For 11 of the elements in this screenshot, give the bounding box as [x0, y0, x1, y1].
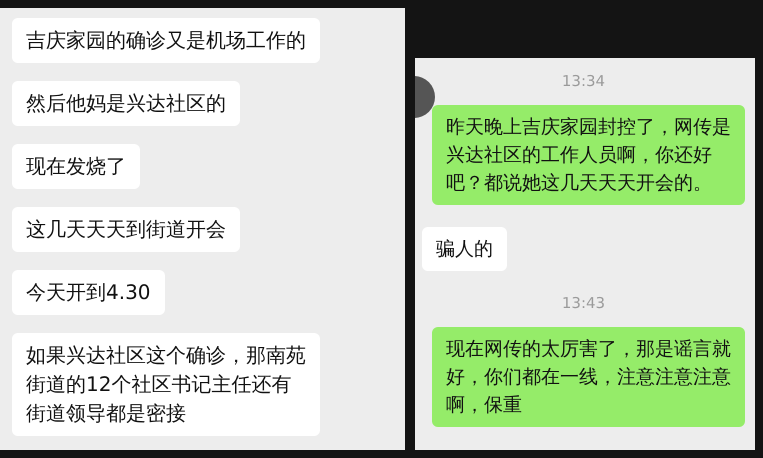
message-bubble: 昨天晚上吉庆家园封控了，网传是兴达社区的工作人员啊，你还好吧？都说她这几天天天开会的。 [432, 105, 745, 205]
timestamp: 13:43 [562, 293, 606, 313]
message-bubble: 骗人的 [422, 227, 507, 271]
message-bubble: 如果兴达社区这个确诊，那南苑街道的12个社区书记主任还有街道领导都是密接 [12, 333, 320, 436]
message-bubble: 然后他妈是兴达社区的 [12, 81, 240, 126]
message-bubble: 今天开到4.30 [12, 270, 165, 315]
message-bubble: 吉庆家园的确诊又是机场工作的 [12, 18, 320, 63]
timestamp: 13:34 [562, 71, 606, 91]
message-bubble: 这几天天天到街道开会 [12, 207, 240, 252]
message-bubble: 现在网传的太厉害了，那是谣言就好，你们都在一线，注意注意注意啊，保重 [432, 327, 745, 427]
message-bubble: 现在发烧了 [12, 144, 140, 189]
